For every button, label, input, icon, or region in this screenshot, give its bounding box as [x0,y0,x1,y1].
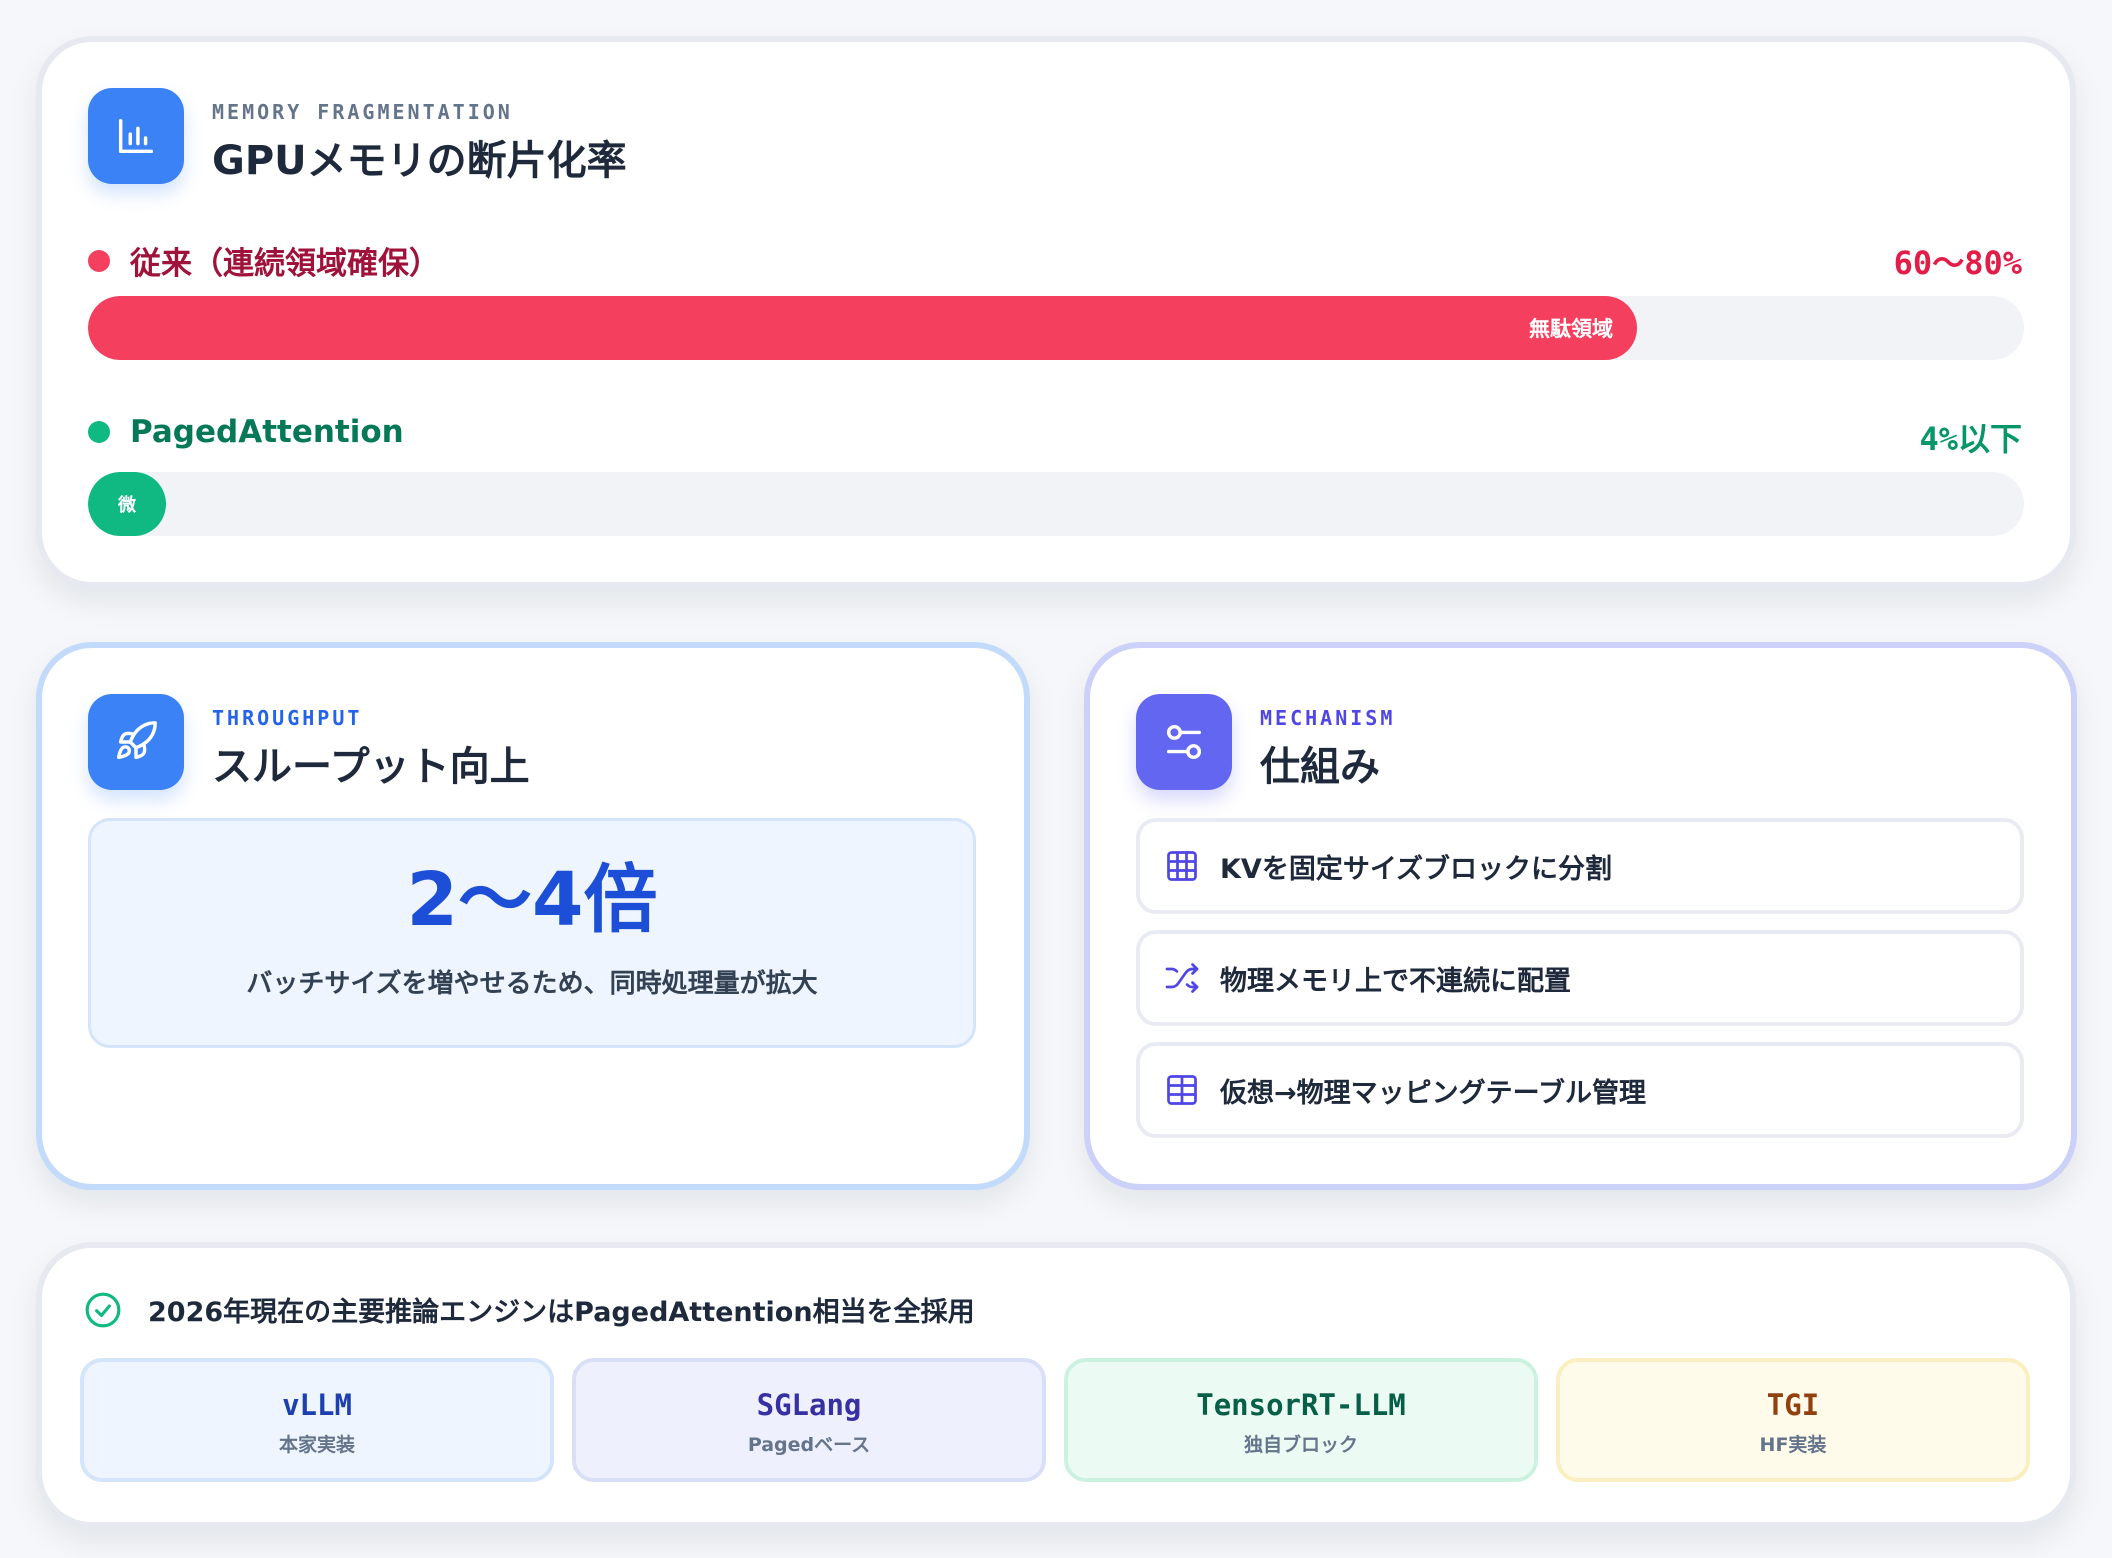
engine-name: vLLM [282,1388,352,1422]
legacy-label-text: 従来（連続領域確保） [130,246,440,282]
fragmentation-eyebrow: MEMORY FRAGMENTATION [212,100,513,124]
table-icon [1167,1075,1197,1105]
paged-row-label: PagedAttention [88,414,404,450]
legacy-bar-fill: 無駄領域 [88,296,1637,360]
engine-sub: 本家実装 [278,1434,355,1456]
paged-value: 4%以下 [1919,420,2022,458]
paged-dot [88,421,110,443]
legacy-dot [88,249,110,272]
engines-card: 2026年現在の主要推論エンジンはPagedAttention相当を全採用 vL… [36,1242,2076,1528]
engine-card-tgi: TGI HF実装 [1556,1358,2030,1482]
rocket-icon [88,694,184,790]
engine-name: SGLang [756,1388,862,1422]
engines-title: 2026年現在の主要推論エンジンはPagedAttention相当を全採用 [148,1297,975,1328]
paged-bar-label: 微 [118,495,136,516]
bar-chart-icon [88,88,184,184]
engine-sub: HF実装 [1759,1434,1827,1456]
throughput-caption: バッチサイズを増やせるため、同時処理量が拡大 [246,969,818,999]
paged-bar-fill: 微 [88,472,166,536]
mechanism-item-text: 物理メモリ上で不連続に配置 [1220,965,1571,997]
legacy-bar-label: 無駄領域 [1529,317,1613,341]
engine-card-sglang: SGLang Pagedベース [572,1358,1046,1482]
engine-card-vllm: vLLM 本家実装 [80,1358,554,1482]
paged-bar-track: 微 [88,472,2024,536]
legacy-value: 60〜80% [1893,244,2022,282]
throughput-eyebrow: THROUGHPUT [212,706,363,730]
engine-name: TensorRT-LLM [1196,1388,1406,1422]
legacy-row-label: 従来（連続領域確保） [88,238,440,283]
mechanism-item-text: 仮想→物理マッピングテーブル管理 [1220,1077,1647,1109]
legacy-bar-track: 無駄領域 [88,296,2024,360]
shuffle-icon [1165,963,1199,993]
engine-sub: 独自ブロック [1243,1434,1358,1456]
mechanism-card: MECHANISM 仕組み KVを固定サイズブロックに分割 物理メモリ上で不連続… [1084,642,2077,1190]
throughput-highlight: 2〜4倍 バッチサイズを増やせるため、同時処理量が拡大 [88,818,976,1048]
mechanism-item: 物理メモリ上で不連続に配置 [1136,930,2024,1026]
throughput-card: THROUGHPUT スループット向上 2〜4倍 バッチサイズを増やせるため、同… [36,642,1030,1190]
throughput-title: スループット向上 [212,744,530,790]
engine-sub: Pagedベース [747,1434,871,1456]
mechanism-eyebrow: MECHANISM [1260,706,1396,730]
settings-toggle-icon [1136,694,1232,790]
grid-icon [1167,851,1197,881]
mechanism-item-text: KVを固定サイズブロックに分割 [1220,853,1613,885]
mechanism-title: 仕組み [1260,744,1380,790]
engines-heading: 2026年現在の主要推論エンジンはPagedAttention相当を全採用 [84,1290,975,1329]
throughput-value: 2〜4倍 [406,857,658,943]
fragmentation-title: GPUメモリの断片化率 [212,138,627,184]
paged-label-text: PagedAttention [130,414,404,450]
mechanism-item: KVを固定サイズブロックに分割 [1136,818,2024,914]
engine-name: TGI [1766,1388,1820,1422]
check-circle-icon [85,1292,121,1327]
mechanism-item: 仮想→物理マッピングテーブル管理 [1136,1042,2024,1138]
fragmentation-card: MEMORY FRAGMENTATION GPUメモリの断片化率 従来（連続領域… [36,36,2076,588]
engine-card-tensorrt: TensorRT-LLM 独自ブロック [1064,1358,1538,1482]
